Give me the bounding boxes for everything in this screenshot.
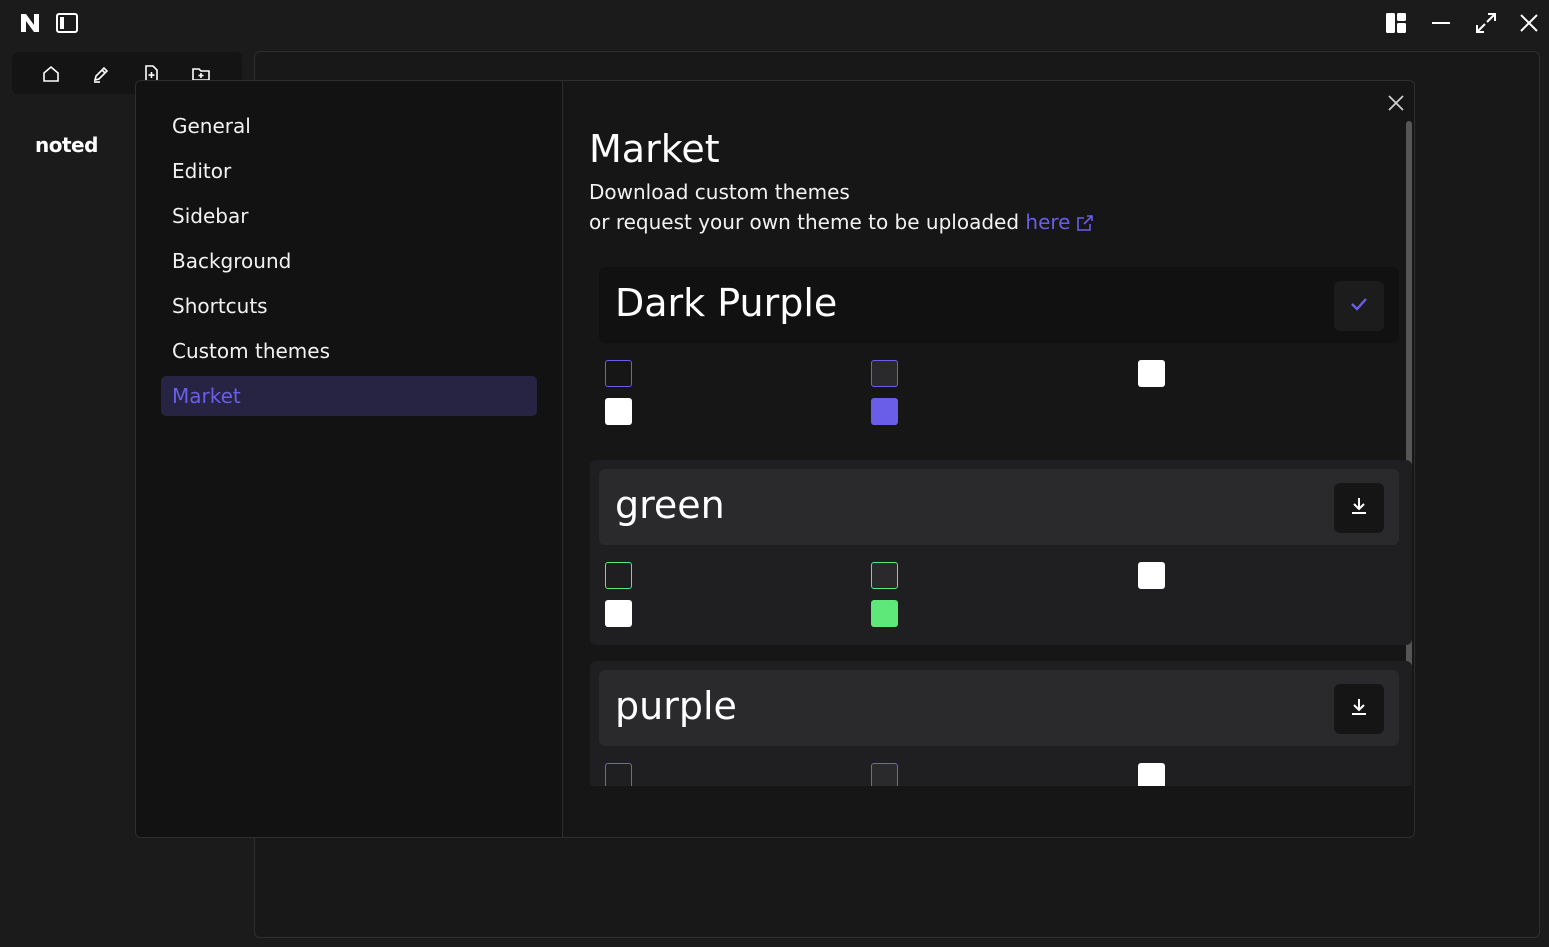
theme-card: Dark Purple xyxy=(590,258,1412,443)
theme-card: purple xyxy=(590,661,1412,786)
color-swatch xyxy=(605,763,632,786)
nav-item-background[interactable]: Background xyxy=(161,241,537,281)
theme-card: green xyxy=(590,460,1412,645)
nav-item-shortcuts[interactable]: Shortcuts xyxy=(161,286,537,326)
edit-icon[interactable] xyxy=(90,63,112,85)
installed-check-button[interactable] xyxy=(1334,281,1384,331)
check-icon xyxy=(1348,293,1370,319)
market-content: Market Download custom themes or request… xyxy=(563,81,1414,786)
close-icon[interactable] xyxy=(1517,11,1541,35)
color-swatch xyxy=(1138,360,1165,387)
theme-header: Dark Purple xyxy=(599,267,1399,343)
n-logo-icon xyxy=(19,12,41,34)
color-swatch xyxy=(871,763,898,786)
page-title: Market xyxy=(589,127,720,171)
color-swatch xyxy=(871,562,898,589)
market-request-label: or request your own theme to be uploaded xyxy=(589,210,1020,234)
minimize-icon[interactable] xyxy=(1429,11,1453,35)
market-subtitle: Download custom themes xyxy=(589,180,850,204)
color-swatch xyxy=(871,360,898,387)
maximize-icon[interactable] xyxy=(1474,11,1498,35)
color-swatch xyxy=(605,562,632,589)
color-swatch xyxy=(605,360,632,387)
download-button[interactable] xyxy=(1334,483,1384,533)
nav-item-sidebar[interactable]: Sidebar xyxy=(161,196,537,236)
brand-name: noted xyxy=(35,133,98,157)
nav-item-custom-themes[interactable]: Custom themes xyxy=(161,331,537,371)
settings-modal: General Editor Sidebar Background Shortc… xyxy=(135,80,1415,838)
settings-nav: General Editor Sidebar Background Shortc… xyxy=(136,81,563,837)
download-icon xyxy=(1348,696,1370,722)
request-theme-link[interactable]: here xyxy=(1025,210,1070,234)
nav-item-editor[interactable]: Editor xyxy=(161,151,537,191)
color-swatch xyxy=(871,600,898,627)
title-bar xyxy=(0,0,1549,46)
market-request-text: or request your own theme to be uploaded… xyxy=(589,210,1094,237)
download-button[interactable] xyxy=(1334,684,1384,734)
theme-header: purple xyxy=(599,670,1399,746)
sidebar-toggle-icon[interactable] xyxy=(55,12,79,34)
color-swatch xyxy=(1138,562,1165,589)
nav-item-market[interactable]: Market xyxy=(161,376,537,416)
color-swatch xyxy=(605,600,632,627)
theme-name: purple xyxy=(615,684,737,728)
theme-name: Dark Purple xyxy=(615,281,838,325)
color-swatch xyxy=(605,398,632,425)
theme-header: green xyxy=(599,469,1399,545)
layout-icon[interactable] xyxy=(1384,11,1408,35)
external-link-icon[interactable] xyxy=(1076,213,1094,237)
home-icon[interactable] xyxy=(40,63,62,85)
color-swatch xyxy=(871,398,898,425)
nav-item-general[interactable]: General xyxy=(161,106,537,146)
theme-name: green xyxy=(615,483,725,527)
color-swatch xyxy=(1138,763,1165,786)
download-icon xyxy=(1348,495,1370,521)
